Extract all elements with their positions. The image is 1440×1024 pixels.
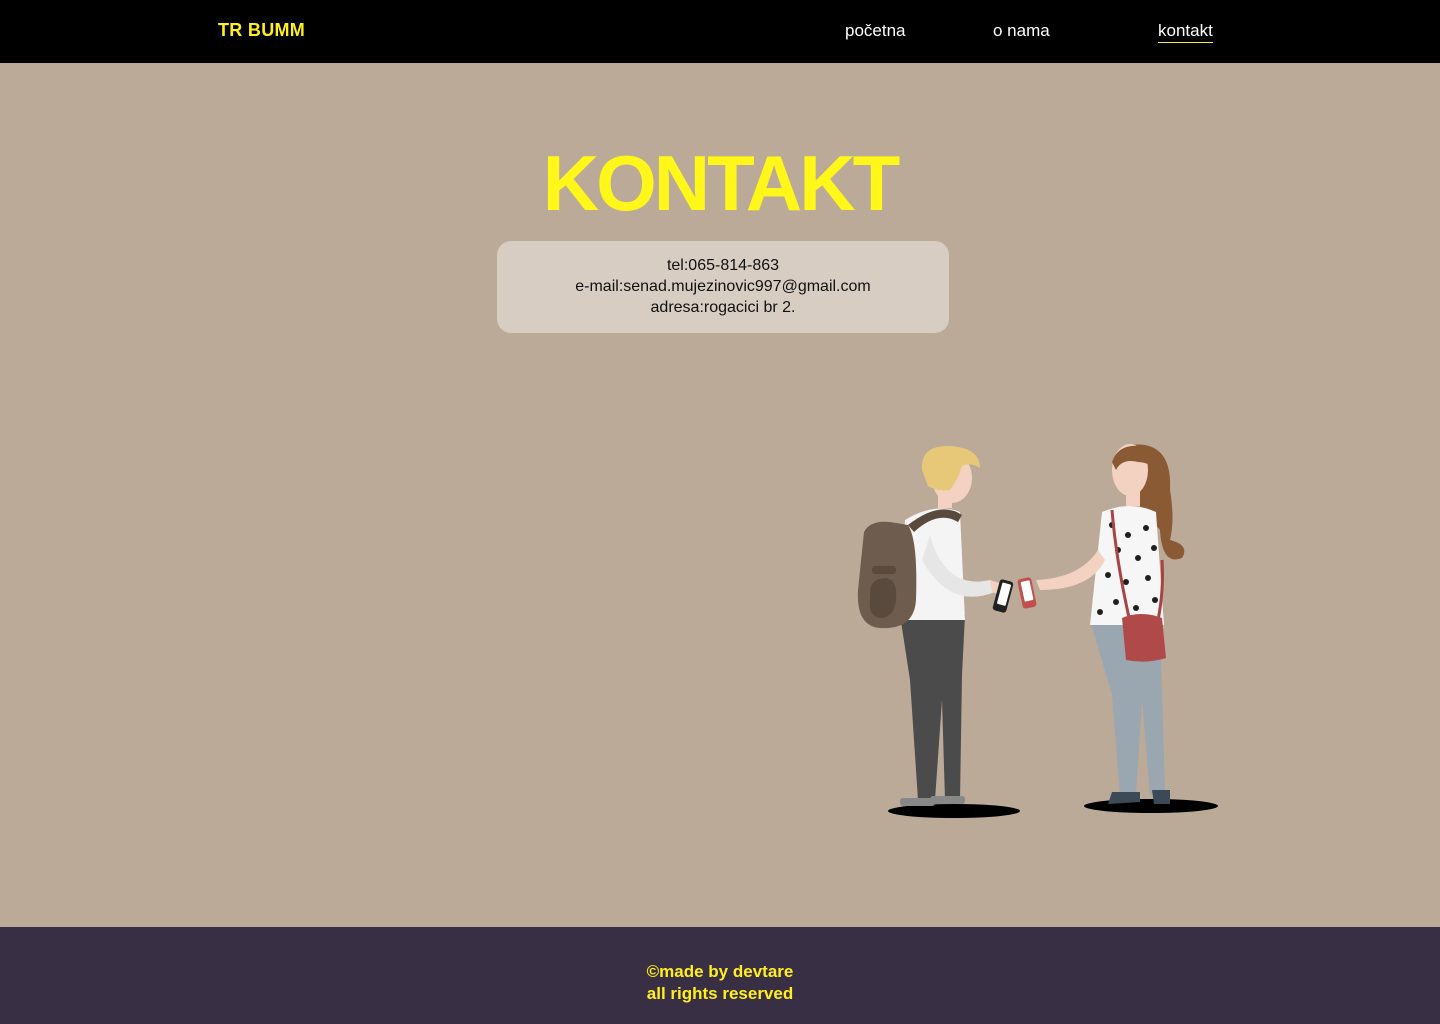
nav-link-kontakt[interactable]: kontakt <box>1158 20 1213 43</box>
nav-link-pocetna[interactable]: početna <box>845 20 906 42</box>
woman-shadow <box>1084 799 1218 813</box>
contact-card: tel:065-814-863 e-mail:senad.mujezinovic… <box>497 241 949 333</box>
man-figure <box>857 445 1014 806</box>
man-shadow <box>888 804 1020 818</box>
people-exchanging-phones-illustration <box>857 444 1218 818</box>
footer-credit: ©made by devtare <box>646 962 794 981</box>
brand-logo[interactable]: TR BUMM <box>218 20 305 41</box>
contact-address: adresa:rogacici br 2. <box>650 299 796 316</box>
footer-rights: all rights reserved <box>646 984 794 1003</box>
nav-link-o-nama[interactable]: o nama <box>993 20 1050 42</box>
page-title: KONTAKT <box>542 139 901 227</box>
contact-phone: tel:065-814-863 <box>666 257 780 274</box>
footer: ©made by devtare all rights reserved <box>0 927 1440 1024</box>
contact-email: e-mail:senad.mujezinovic997@gmail.com <box>575 278 871 295</box>
woman-figure <box>1017 444 1185 804</box>
navbar: TR BUMM početna o nama kontakt <box>0 0 1440 63</box>
